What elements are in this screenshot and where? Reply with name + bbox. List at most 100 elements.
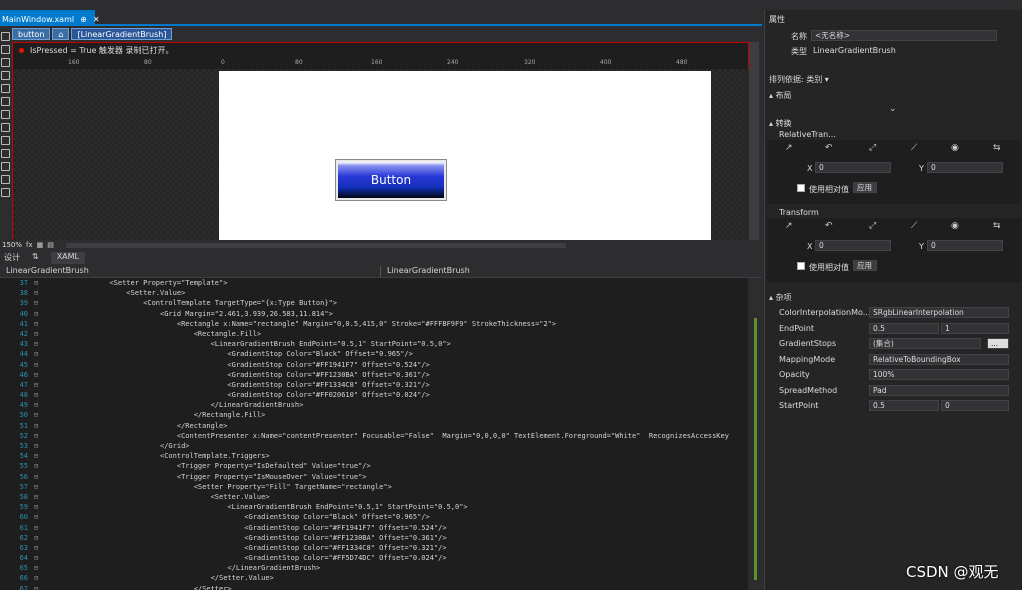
designer-vertical-scrollbar[interactable]	[749, 42, 759, 242]
skew-icon[interactable]: ⟋	[911, 143, 917, 153]
code-line[interactable]: 65 ⊟ </LinearGradientBrush>	[0, 563, 748, 573]
fold-marker[interactable]: ⊟	[34, 339, 42, 349]
chevron-down-icon[interactable]: ⌄	[889, 104, 897, 114]
fold-marker[interactable]: ⊟	[34, 298, 42, 308]
code-line[interactable]: 62 ⊟ <GradientStop Color="#FF1230BA" Offs…	[0, 533, 748, 543]
fold-marker[interactable]: ⊟	[34, 360, 42, 370]
property-value[interactable]: RelativeToBoundingBox	[869, 353, 1009, 365]
code-line[interactable]: 51 ⊟ </Rectangle>	[0, 421, 748, 431]
fold-marker[interactable]: ⊟	[34, 400, 42, 410]
code-line[interactable]: 38 ⊟ <Setter.Value>	[0, 288, 748, 298]
fold-marker[interactable]: ⊟	[34, 441, 42, 451]
code-line[interactable]: 58 ⊟ <Setter.Value>	[0, 492, 748, 502]
fold-marker[interactable]: ⊟	[34, 329, 42, 339]
code-line[interactable]: 66 ⊟ </Setter.Value>	[0, 573, 748, 583]
xaml-editor[interactable]: 37 ⊟ <Setter Property="Template"> 38 ⊟ <Set…	[0, 278, 748, 590]
record-dot-icon[interactable]	[19, 48, 24, 53]
tab-xaml[interactable]: XAML	[50, 252, 86, 264]
property-value-2[interactable]: 1	[941, 322, 1009, 334]
transform-x-input[interactable]: 0	[815, 240, 891, 251]
text-tool-icon[interactable]	[1, 162, 10, 171]
edit-collection-button[interactable]: ...	[987, 338, 1009, 349]
fold-marker[interactable]: ⊟	[34, 573, 42, 583]
swap-views-icon[interactable]: ⇅	[32, 252, 39, 264]
code-line[interactable]: 46 ⊟ <GradientStop Color="#FF1230BA" Offs…	[0, 370, 748, 380]
grid-icon[interactable]: ▦	[37, 241, 44, 249]
section-layout[interactable]: ▴ 布局	[769, 90, 792, 101]
fold-marker[interactable]: ⊟	[34, 512, 42, 522]
section-transform[interactable]: ▴ 转换	[769, 118, 792, 129]
property-value[interactable]: (集合)	[869, 338, 981, 349]
code-line[interactable]: 56 ⊟ <Trigger Property="IsMouseOver" Valu…	[0, 472, 748, 482]
code-line[interactable]: 50 ⊟ </Rectangle.Fill>	[0, 410, 748, 420]
code-line[interactable]: 47 ⊟ <GradientStop Color="#FF1334C8" Offs…	[0, 380, 748, 390]
relative-y-input[interactable]: 0	[927, 162, 1003, 173]
xaml-scope-dropdown[interactable]: LinearGradientBrush	[0, 266, 380, 277]
code-line[interactable]: 41 ⊟ <Rectangle x:Name="rectangle" Margin…	[0, 319, 748, 329]
scale-icon[interactable]: ⤢	[869, 143, 876, 153]
scale-icon[interactable]: ⤢	[869, 221, 876, 231]
fold-marker[interactable]: ⊟	[34, 370, 42, 380]
rotate-icon[interactable]: ↶	[825, 221, 833, 231]
eyedropper-tool-icon[interactable]	[1, 84, 10, 93]
transform-y-input[interactable]: 0	[927, 240, 1003, 251]
code-line[interactable]: 64 ⊟ <GradientStop Color="#FF5D74DC" Offs…	[0, 553, 748, 563]
snap-icon[interactable]: ▤	[47, 241, 54, 249]
fold-marker[interactable]: ⊟	[34, 543, 42, 553]
assets-tool-icon[interactable]	[1, 188, 10, 197]
center-point-icon[interactable]: ◉	[951, 221, 959, 231]
center-point-icon[interactable]: ◉	[951, 143, 959, 153]
control-tool-icon[interactable]	[1, 175, 10, 184]
xaml-member-dropdown[interactable]: LinearGradientBrush	[380, 266, 750, 277]
fold-marker[interactable]: ⊟	[34, 482, 42, 492]
code-line[interactable]: 57 ⊟ <Setter Property="Fill" TargetName="…	[0, 482, 748, 492]
formula-icon[interactable]: fx	[26, 241, 33, 249]
code-line[interactable]: 52 ⊟ <ContentPresenter x:Name="contentPre…	[0, 431, 748, 441]
zoom-level[interactable]: 150%	[2, 241, 22, 249]
code-line[interactable]: 53 ⊟ </Grid>	[0, 441, 748, 451]
property-value-2[interactable]: 0	[941, 400, 1009, 411]
direct-select-tool-icon[interactable]	[1, 45, 10, 54]
breadcrumb-button[interactable]: button	[12, 28, 51, 40]
property-value[interactable]: 0.5	[869, 322, 939, 334]
property-value[interactable]: SRgbLinearInterpolation	[869, 307, 1009, 318]
rectangle-tool-icon[interactable]	[1, 136, 10, 145]
property-value[interactable]: Pad	[869, 384, 1009, 396]
pin-icon[interactable]: ⊕	[80, 15, 87, 24]
pen-tool-icon[interactable]	[1, 123, 10, 132]
relative-x-input[interactable]: 0	[815, 162, 891, 173]
brush-tool-icon[interactable]	[1, 110, 10, 119]
property-value[interactable]: 0.5	[869, 400, 939, 411]
use-relative-checkbox[interactable]	[797, 184, 805, 192]
code-line[interactable]: 54 ⊟ <ControlTemplate.Triggers>	[0, 451, 748, 461]
tab-design[interactable]: 设计	[4, 252, 20, 264]
breadcrumb-brush[interactable]: [LinearGradientBrush]	[71, 28, 173, 40]
fold-marker[interactable]: ⊟	[34, 410, 42, 420]
fold-marker[interactable]: ⊟	[34, 553, 42, 563]
fold-marker[interactable]: ⊟	[34, 380, 42, 390]
fold-marker[interactable]: ⊟	[34, 421, 42, 431]
code-line[interactable]: 39 ⊟ <ControlTemplate TargetType="{x:Type…	[0, 298, 748, 308]
fold-marker[interactable]: ⊟	[34, 461, 42, 471]
fold-marker[interactable]: ⊟	[34, 502, 42, 512]
fold-marker[interactable]: ⊟	[34, 278, 42, 288]
code-line[interactable]: 55 ⊟ <Trigger Property="IsDefaulted" Valu…	[0, 461, 748, 471]
code-line[interactable]: 42 ⊟ <Rectangle.Fill>	[0, 329, 748, 339]
apply-button[interactable]: 应用	[853, 182, 877, 193]
skew-icon[interactable]: ⟋	[911, 221, 917, 231]
code-line[interactable]: 60 ⊟ <GradientStop Color="Black" Offset="…	[0, 512, 748, 522]
code-line[interactable]: 49 ⊟ </LinearGradientBrush>	[0, 400, 748, 410]
property-value[interactable]: 100%	[869, 369, 1009, 380]
code-line[interactable]: 37 ⊟ <Setter Property="Template">	[0, 278, 748, 288]
artboard[interactable]: Button	[219, 71, 711, 241]
code-line[interactable]: 67 ⊟ </Setter>	[0, 584, 748, 590]
fold-marker[interactable]: ⊟	[34, 390, 42, 400]
fold-marker[interactable]: ⊟	[34, 584, 42, 590]
close-icon[interactable]: ✕	[93, 15, 100, 24]
apply-button[interactable]: 应用	[853, 260, 877, 271]
fold-marker[interactable]: ⊟	[34, 349, 42, 359]
code-line[interactable]: 43 ⊟ <LinearGradientBrush EndPoint="0.5,1…	[0, 339, 748, 349]
translate-icon[interactable]: ↗	[785, 221, 793, 231]
code-line[interactable]: 59 ⊟ <LinearGradientBrush EndPoint="0.5,1…	[0, 502, 748, 512]
pan-tool-icon[interactable]	[1, 58, 10, 67]
